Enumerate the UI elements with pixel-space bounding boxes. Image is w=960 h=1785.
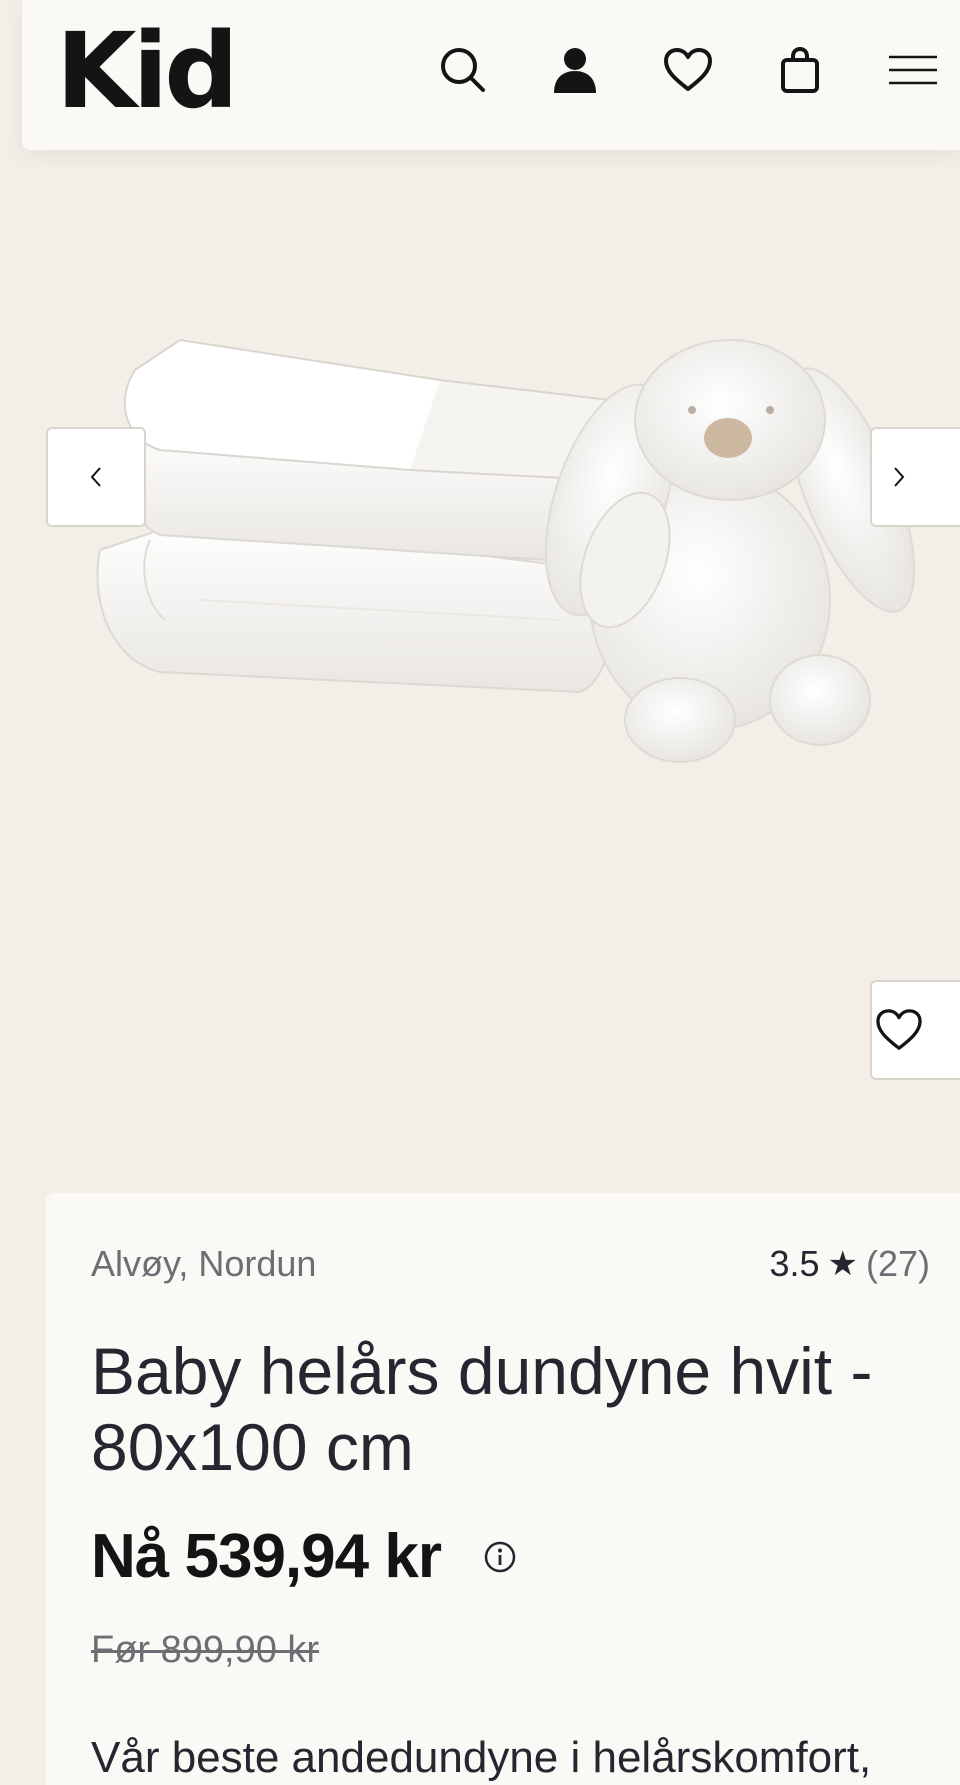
- gallery-next-button[interactable]: [870, 427, 960, 527]
- price-row: Nå 539,94 kr: [91, 1521, 517, 1592]
- product-brand[interactable]: Alvøy, Nordun: [91, 1243, 316, 1285]
- product-image: [96, 338, 916, 763]
- product-description: Vår beste andedundyne i helårskomfort,: [91, 1733, 872, 1782]
- menu-icon[interactable]: [883, 40, 943, 100]
- site-header: Kid: [22, 0, 960, 150]
- user-icon[interactable]: [545, 40, 605, 100]
- rating-value: 3.5: [769, 1243, 820, 1284]
- star-icon: ★: [827, 1245, 858, 1283]
- info-icon[interactable]: [483, 1540, 517, 1574]
- search-icon[interactable]: [433, 40, 493, 100]
- rating-count: (27): [865, 1243, 930, 1284]
- heart-icon[interactable]: [658, 40, 718, 100]
- bag-icon[interactable]: [770, 40, 830, 100]
- current-price: Nå 539,94 kr: [91, 1522, 442, 1591]
- gallery-prev-button[interactable]: [46, 427, 146, 527]
- product-gallery: [0, 150, 960, 1190]
- add-to-wishlist-button[interactable]: [870, 980, 960, 1080]
- kid-logo[interactable]: Kid: [56, 6, 239, 136]
- chevron-right-icon: [894, 467, 905, 487]
- previous-price: Før 899,90 kr: [91, 1629, 320, 1671]
- product-title: Baby helårs dundyne hvit - 80x100 cm: [91, 1334, 873, 1484]
- product-rating[interactable]: 3.5 ★ (27): [769, 1243, 930, 1285]
- chevron-left-icon: [90, 467, 101, 487]
- heart-icon: [876, 1009, 922, 1050]
- product-info-card: Alvøy, Nordun 3.5 ★ (27) Baby helårs dun…: [46, 1193, 960, 1785]
